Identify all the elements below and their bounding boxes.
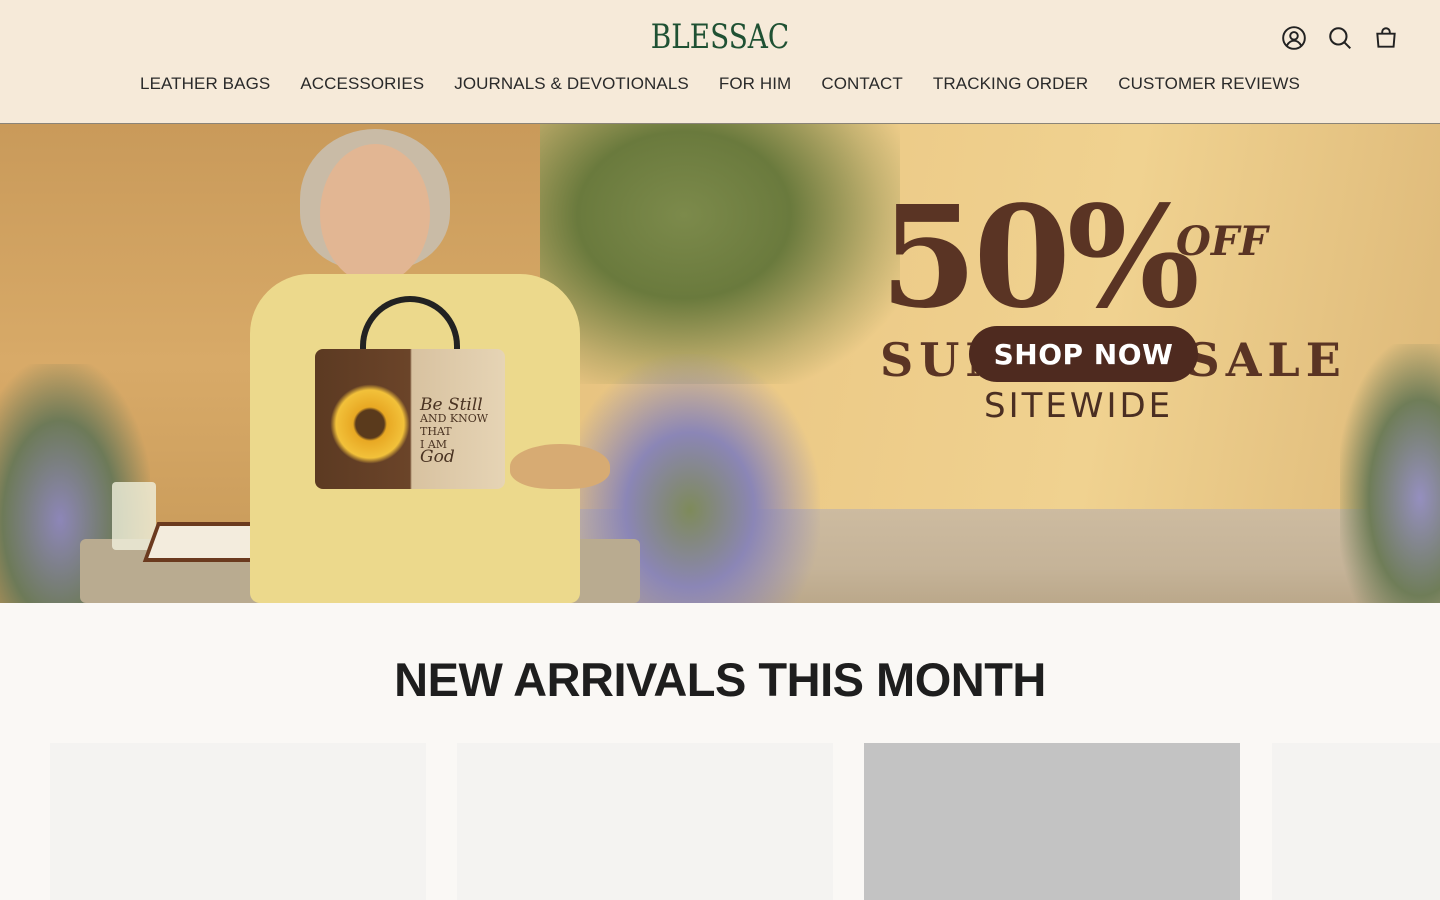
section-title: NEW ARRIVALS THIS MONTH [394,653,1046,706]
product-card[interactable] [1272,743,1440,900]
product-card[interactable] [50,743,426,900]
straw-hat [510,444,610,489]
account-icon[interactable] [1280,24,1308,52]
search-icon[interactable] [1326,24,1354,52]
bag-verse-line: THAT [420,425,452,438]
nav-for-him[interactable]: FOR HIM [719,74,791,94]
lemonade-glass [112,482,156,550]
nav-contact[interactable]: CONTACT [821,74,903,94]
header-icons [1280,24,1400,52]
bag-verse-line: God [420,447,455,467]
hero-banner[interactable]: Be Still AND KNOW THAT I AM God 50% OFF … [0,124,1440,603]
nav-journals-devotionals[interactable]: JOURNALS & DEVOTIONALS [454,74,689,94]
bag-verse-line: AND KNOW [420,412,489,425]
discount-off-label: OFF [1176,218,1268,265]
product-card[interactable] [457,743,833,900]
bag-verse-line: Be Still [420,395,483,415]
sale-headline: 50% OFF SUMMER SALE SITEWIDE [880,176,1341,426]
olive-tree [540,124,900,384]
main-nav: LEATHER BAGS ACCESSORIES JOURNALS & DEVO… [0,74,1440,94]
site-logo[interactable]: BLESSAC [130,17,1311,57]
nav-tracking-order[interactable]: TRACKING ORDER [933,74,1088,94]
lavender-right [1340,344,1440,603]
bag-verse: Be Still AND KNOW THAT I AM God [420,395,500,467]
discount-percent: 50% [880,176,1200,340]
cart-icon[interactable] [1372,24,1400,52]
shop-now-button[interactable]: SHOP NOW [969,326,1198,382]
nav-accessories[interactable]: ACCESSORIES [300,74,424,94]
product-card[interactable] [864,743,1240,900]
sunflower-print [330,384,410,464]
sale-subtitle: SITEWIDE [984,386,1174,426]
nav-leather-bags[interactable]: LEATHER BAGS [140,74,270,94]
nav-customer-reviews[interactable]: CUSTOMER REVIEWS [1118,74,1300,94]
woman-face [320,144,430,284]
site-header: BLESSAC LEATHER BAGS ACCESSORIES JOURNAL… [0,0,1440,124]
